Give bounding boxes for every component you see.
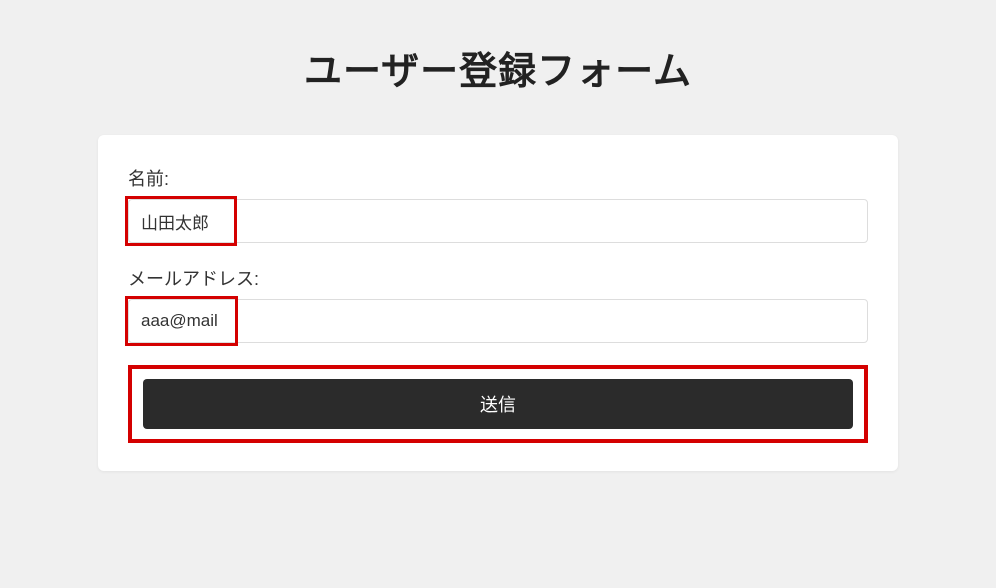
email-label: メールアドレス: — [128, 265, 868, 291]
submit-button[interactable]: 送信 — [143, 379, 853, 429]
name-label: 名前: — [128, 165, 868, 191]
name-input[interactable] — [128, 199, 868, 243]
name-field-group: 名前: — [128, 165, 868, 243]
page-title: ユーザー登録フォーム — [98, 40, 898, 95]
email-field-group: メールアドレス: — [128, 265, 868, 343]
registration-form-card: 名前: メールアドレス: 送信 — [98, 135, 898, 471]
email-input[interactable] — [128, 299, 868, 343]
